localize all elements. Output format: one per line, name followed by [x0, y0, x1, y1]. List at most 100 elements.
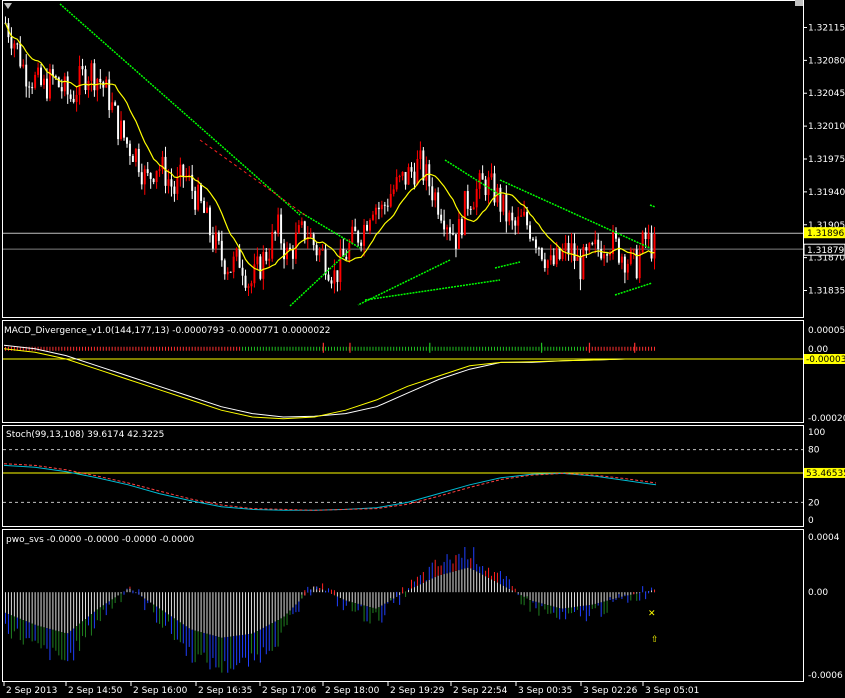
candle-body: [34, 74, 37, 88]
candle-body: [419, 150, 422, 160]
candle-body: [606, 254, 609, 256]
stoch-current-label: 53.46535: [806, 469, 845, 479]
candle-body: [31, 87, 34, 89]
candle-body: [490, 173, 493, 178]
stoch-panel-frame: [2, 425, 804, 527]
candle-body: [297, 225, 300, 233]
candle-body: [197, 184, 200, 210]
candle-body: [238, 248, 241, 268]
candle-body: [208, 207, 211, 236]
candle-body: [57, 77, 60, 88]
candle-body: [81, 66, 84, 70]
candle-body: [466, 191, 469, 209]
candle-body: [146, 169, 149, 174]
candle-body: [446, 227, 449, 230]
chart-shift-marker-icon[interactable]: [4, 3, 12, 9]
candle-body: [125, 137, 128, 144]
price-panel[interactable]: 1.32115 1.32080 1.32045 1.32010 1.31975 1.319…: [2, 0, 845, 318]
stoch-panel[interactable]: Stoch(99,13,108) 39.6174 42.3225 100 80 20…: [2, 425, 845, 527]
time-tick-label: 2 Sep 22:54: [453, 686, 508, 696]
candle-body: [591, 243, 594, 245]
candle-body: [579, 256, 582, 280]
candle-body: [425, 164, 428, 181]
candle-body: [43, 78, 45, 85]
candle-body: [10, 37, 13, 49]
candle-body: [345, 256, 348, 260]
candle-body: [330, 280, 333, 284]
stoch-series-line: [3, 463, 657, 511]
candle-body: [203, 200, 206, 213]
candle-body: [573, 243, 576, 261]
candle-body: [511, 212, 514, 221]
candle-body: [13, 43, 16, 49]
candle-body: [200, 184, 203, 201]
candle-body: [437, 192, 440, 215]
candle-body: [333, 270, 336, 284]
stoch-tick-label: 80: [808, 446, 820, 456]
candle-body: [520, 215, 523, 217]
candle-body: [60, 87, 63, 92]
candle-body: [523, 211, 526, 216]
candle-body: [386, 205, 389, 207]
pwo-signal-marker-icon: ✕: [648, 609, 656, 619]
candle-body: [250, 283, 253, 287]
candle-body: [256, 256, 259, 265]
candle-body: [585, 247, 588, 251]
pwo-panel-frame: [2, 529, 804, 682]
candle-body: [149, 173, 152, 179]
candle-body: [499, 187, 502, 212]
candle-body: [460, 219, 463, 236]
candle-body: [19, 43, 22, 67]
candle-body: [37, 67, 40, 75]
time-tick-label: 2 Sep 18:00: [325, 686, 380, 696]
time-tick-label: 3 Sep 02:26: [583, 686, 638, 696]
candle-body: [641, 232, 644, 253]
price-tick-label: 1.31940: [808, 188, 845, 198]
candle-body: [603, 254, 606, 259]
candle-body: [555, 247, 558, 265]
candle-body: [152, 178, 155, 183]
candle-body: [247, 286, 250, 288]
pwo-panel[interactable]: pwo_svs -0.0000 -0.0000 -0.0000 -0.0000 …: [2, 529, 844, 682]
candle-body: [241, 267, 244, 276]
candle-body: [360, 242, 363, 246]
candle-body: [158, 169, 161, 171]
candle-body: [277, 214, 280, 233]
macd-panel[interactable]: MACD_Divergence_v1.0(144,177,13) -0.0000…: [2, 320, 845, 425]
candle-body: [66, 76, 69, 95]
candle-body: [120, 120, 123, 140]
candle-body: [484, 179, 487, 196]
candle-body: [638, 252, 641, 279]
candle-body: [134, 148, 137, 163]
candle-body: [517, 216, 520, 226]
price-tick-label: 1.32080: [808, 56, 845, 66]
candle-body: [348, 243, 351, 260]
candle-body: [404, 171, 407, 185]
candle-body: [443, 220, 446, 230]
candle-body: [543, 259, 546, 269]
candle-body: [561, 250, 564, 259]
candle-body: [380, 204, 383, 210]
candle-body: [318, 249, 321, 256]
trading-chart-canvas[interactable]: 1.32115 1.32080 1.32045 1.32010 1.31975 1.319…: [0, 0, 845, 698]
trend-channel-line: [614, 282, 653, 296]
candle-body: [176, 177, 179, 194]
candle-body: [576, 256, 579, 261]
price-tick-label: 1.31835: [808, 287, 845, 297]
candle-body: [401, 171, 404, 176]
macd-axis: 0.000055 0.00 -0.000203 -0.00003: [804, 326, 845, 424]
candle-body: [422, 150, 425, 181]
candle-body: [220, 240, 223, 261]
time-tick-label: 2 Sep 19:29: [390, 686, 445, 696]
candle-body: [383, 204, 386, 206]
candle-body: [463, 191, 466, 236]
candle-body: [620, 256, 623, 263]
candle-body: [99, 78, 102, 83]
candle-body: [546, 260, 549, 269]
candle-body: [440, 214, 443, 221]
price-panel-frame: [2, 0, 804, 318]
price-tick-label: 1.31975: [808, 155, 845, 165]
candle-body: [90, 63, 93, 81]
candle-body: [514, 220, 517, 226]
chart-corner-marker-icon: [795, 0, 803, 6]
